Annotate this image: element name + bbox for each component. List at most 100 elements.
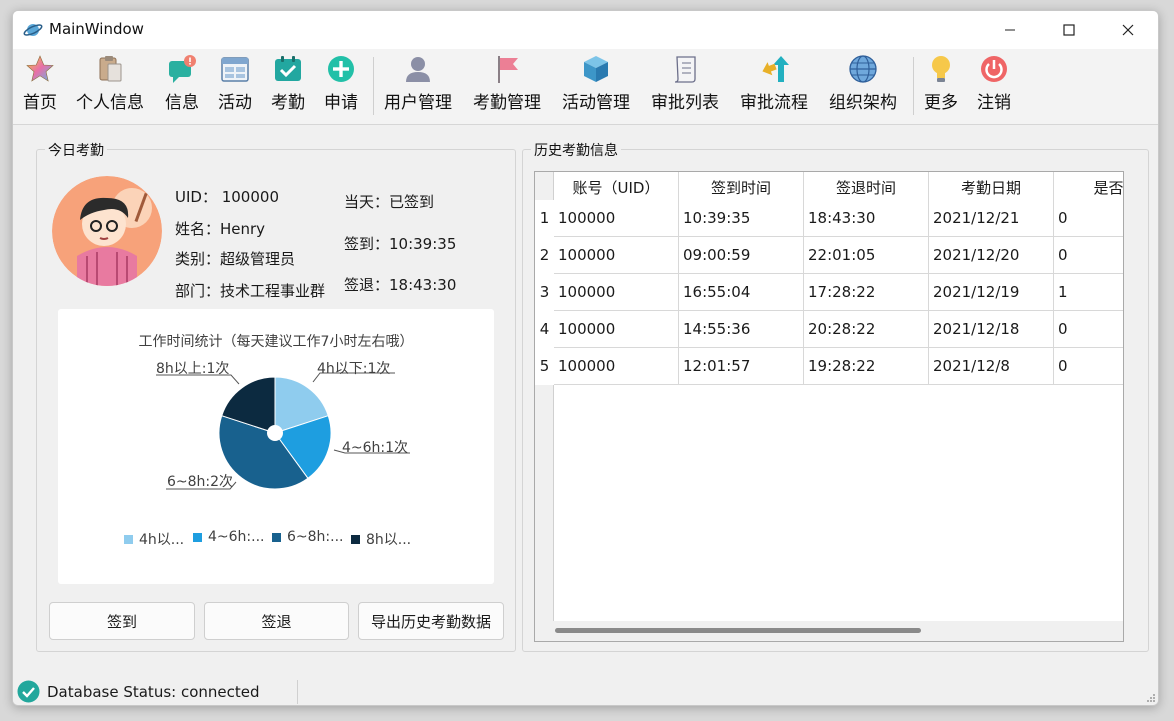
table-cell[interactable]: 14:55:36 [679,311,804,348]
department-text: 部门：技术工程事业群 [175,282,326,300]
table-cell[interactable]: 17:28:22 [804,274,929,311]
legend-swatch [272,532,281,542]
legend-item: 4h以... [124,529,184,549]
table-cell[interactable]: 2021/12/8 [929,348,1054,385]
pie-hole [267,425,283,441]
legend-label: 4~6h:... [208,529,265,545]
toolbar-messages[interactable]: 信息 [165,53,199,113]
legend-swatch [351,534,360,544]
table-cell[interactable]: 100000 [554,200,679,237]
table-cell[interactable]: 2021/12/21 [929,200,1054,237]
status-bar: Database Status: connected [13,676,1158,705]
toolbar-label: 更多 [924,93,958,113]
toolbar-activity[interactable]: 活动 [218,53,252,113]
history-table[interactable]: 账号（UID） 签到时间 签退时间 考勤日期 是否补 1 100000 10:3… [534,171,1124,642]
table-cell[interactable]: 100000 [554,311,679,348]
table-cell[interactable]: 1 [1054,274,1123,311]
slice-label: 4~6h:1次 [342,440,409,456]
table-cell[interactable]: 100000 [554,237,679,274]
column-header[interactable]: 是否补 [1054,172,1123,203]
row-number: 4 [535,311,554,348]
table-cell[interactable]: 20:28:22 [804,311,929,348]
planet-icon [23,24,43,36]
legend-swatch [124,534,133,544]
table-cell[interactable]: 2021/12/18 [929,311,1054,348]
toolbar-organization[interactable]: 组织架构 [829,53,897,113]
resize-grip-icon[interactable] [1144,691,1156,703]
maximize-button[interactable] [1040,11,1098,49]
toolbar-label: 考勤 [271,93,305,113]
row-number: 2 [535,237,554,274]
status-separator [297,680,298,704]
toolbar-label: 注销 [977,93,1011,113]
table-cell[interactable]: 16:55:04 [679,274,804,311]
export-history-button[interactable]: 导出历史考勤数据 [358,602,504,640]
table-cell[interactable]: 0 [1054,348,1123,385]
toolbar-attendance[interactable]: 考勤 [271,53,305,113]
table-cell[interactable]: 2021/12/19 [929,274,1054,311]
toolbar-user-management[interactable]: 用户管理 [384,53,452,113]
message-alert-icon [169,55,196,83]
toolbar-label: 组织架构 [829,93,897,113]
row-number: 1 [535,200,554,237]
group-title: 历史考勤信息 [531,140,621,160]
table-cell[interactable]: 22:01:05 [804,237,929,274]
column-header[interactable]: 签到时间 [679,172,804,203]
plus-circle-icon [328,56,354,82]
toolbar-label: 信息 [165,93,199,113]
column-header[interactable]: 签退时间 [804,172,929,203]
table-cell[interactable]: 19:28:22 [804,348,929,385]
toolbar-label: 审批列表 [651,93,719,113]
toolbar-label: 活动 [218,93,252,113]
toolbar-apply[interactable]: 申请 [324,53,358,113]
legend-label: 6~8h:... [287,529,344,545]
work-time-chart: 工作时间统计（每天建议工作7小时左右哦） 4h以下:1次 4~6h:1次 6~8… [58,309,494,584]
table-cell[interactable]: 09:00:59 [679,237,804,274]
power-icon [981,56,1007,82]
table-cell[interactable]: 0 [1054,311,1123,348]
table-cell[interactable]: 18:43:30 [804,200,929,237]
slice-label: 6~8h:2次 [167,474,234,490]
avatar [52,176,162,286]
toolbar-label: 首页 [23,93,57,113]
table-cell[interactable]: 0 [1054,200,1123,237]
history-attendance-group: 历史考勤信息 账号（UID） 签到时间 签退时间 考勤日期 是否补 1 1000… [522,140,1149,652]
toolbar-attendance-management[interactable]: 考勤管理 [473,53,541,113]
toolbar-separator [913,57,914,115]
table-cell[interactable]: 0 [1054,237,1123,274]
toolbar-activity-management[interactable]: 活动管理 [562,53,630,113]
close-icon [1122,24,1134,36]
toolbar-profile[interactable]: 个人信息 [76,53,144,113]
toolbar-label: 活动管理 [562,93,630,113]
column-header[interactable]: 考勤日期 [929,172,1054,203]
toolbar-label: 审批流程 [740,93,808,113]
toolbar-label: 个人信息 [76,93,144,113]
toolbar-approval-list[interactable]: 审批列表 [651,53,719,113]
table-cell[interactable]: 10:39:35 [679,200,804,237]
toolbar-logout[interactable]: 注销 [977,53,1011,113]
main-window: MainWindow 首页 个人信息 信息 活动 考勤 申请 用户管理 考勤管理… [12,10,1159,706]
table-cell[interactable]: 12:01:57 [679,348,804,385]
today-status-text: 当天：已签到 [344,193,435,211]
table-cell[interactable]: 100000 [554,274,679,311]
database-status-text: Database Status: connected [47,683,260,701]
close-button[interactable] [1099,11,1157,49]
checkin-button[interactable]: 签到 [49,602,195,640]
document-list-icon [674,56,696,83]
table-cell[interactable]: 100000 [554,348,679,385]
clipboard-icon [99,56,122,82]
minimize-button[interactable] [981,11,1039,49]
table-cell[interactable]: 2021/12/20 [929,237,1054,274]
column-header[interactable]: 账号（UID） [554,172,679,203]
toolbar-more[interactable]: 更多 [924,53,958,113]
horizontal-scrollbar[interactable] [535,621,1123,641]
role-text: 类别：超级管理员 [175,250,296,268]
scrollbar-thumb[interactable] [555,628,921,633]
row-number: 3 [535,274,554,311]
toolbar-approval-flow[interactable]: 审批流程 [740,53,808,113]
checkin-time-text: 签到：10:39:35 [344,235,457,253]
toolbar-separator [373,57,374,115]
star-icon [26,55,54,82]
checkout-button[interactable]: 签退 [204,602,349,640]
toolbar-home[interactable]: 首页 [23,53,57,113]
